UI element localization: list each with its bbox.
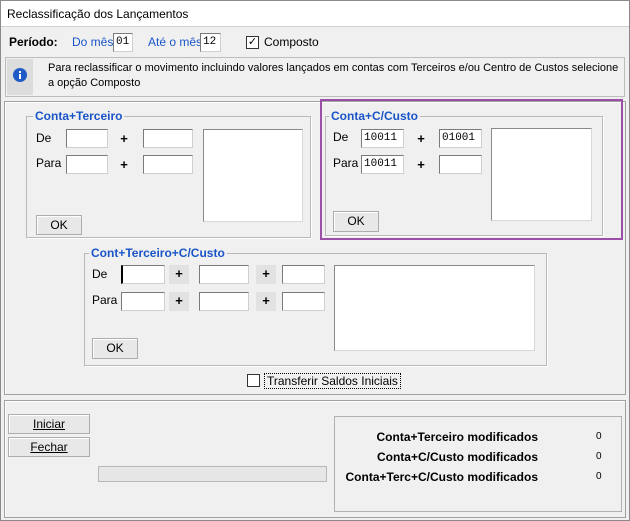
stat-label: Conta+Terc+C/Custo modificados [345, 470, 538, 484]
conta-ccusto-de-conta-input[interactable]: 10011 [361, 129, 404, 148]
conta-ccusto-para-conta-input[interactable]: 10011 [361, 155, 404, 174]
conta-ccusto-para-ccusto-input[interactable] [439, 155, 482, 174]
plus-sign: + [256, 265, 276, 284]
ctc-de-conta-input[interactable] [121, 265, 165, 284]
ctc-de-ccusto-input[interactable] [282, 265, 325, 284]
conta-ccusto-title: Conta+C/Custo [329, 109, 420, 123]
ctc-list[interactable] [334, 265, 535, 351]
stat-value: 0 [596, 451, 602, 462]
ctc-de-label: De [92, 267, 108, 281]
composto-label: Composto [264, 35, 319, 49]
iniciar-label: Iniciar [32, 417, 65, 431]
ctc-de-terceiro-input[interactable] [199, 265, 249, 284]
conta-terceiro-para-label: Para [36, 156, 62, 170]
plus-sign: + [169, 265, 189, 284]
ctc-para-conta-input[interactable] [121, 292, 165, 311]
stat-value: 0 [596, 471, 602, 482]
main-window: Reclassificação dos Lançamentos Período:… [0, 0, 630, 521]
title-bar: Reclassificação dos Lançamentos [1, 1, 629, 27]
info-banner: Para reclassificar o movimento incluindo… [5, 57, 625, 97]
plus-sign: + [120, 157, 128, 172]
ctc-para-ccusto-input[interactable] [282, 292, 325, 311]
ctc-para-terceiro-input[interactable] [199, 292, 249, 311]
window-title: Reclassificação dos Lançamentos [7, 7, 189, 21]
transferir-checkbox[interactable] [247, 374, 260, 387]
conta-ccusto-de-label: De [333, 130, 349, 144]
info-icon [13, 68, 27, 82]
conta-terceiro-title: Conta+Terceiro [33, 109, 125, 123]
info-text: Para reclassificar o movimento incluindo… [48, 62, 619, 89]
stat-label: Conta+C/Custo modificados [376, 450, 538, 464]
conta-terceiro-para-conta-input[interactable] [66, 155, 108, 174]
conta-ccusto-de-ccusto-input[interactable]: 01001 [439, 129, 482, 148]
plus-sign: + [120, 131, 128, 146]
conta-ccusto-list[interactable] [491, 128, 592, 221]
conta-terceiro-de-label: De [36, 131, 52, 145]
conta-ccusto-ok-button[interactable]: OK [333, 211, 379, 232]
plus-sign: + [169, 292, 189, 311]
plus-sign: + [417, 157, 425, 172]
iniciar-button[interactable]: Iniciar [8, 414, 90, 434]
conta-terceiro-list[interactable] [203, 129, 303, 222]
fechar-button[interactable]: Fechar [8, 437, 90, 457]
ctc-para-label: Para [92, 293, 118, 307]
conta-terceiro-para-terceiro-input[interactable] [143, 155, 193, 174]
progress-bar [98, 466, 327, 482]
to-month-label: Até o mês [148, 35, 203, 49]
conta-terceiro-de-conta-input[interactable] [66, 129, 108, 148]
from-month-input[interactable]: 01 [113, 33, 133, 52]
fechar-label: Fechar [30, 440, 68, 454]
conta-ccusto-para-label: Para [333, 156, 359, 170]
plus-sign: + [256, 292, 276, 311]
from-month-label: Do mês [72, 35, 114, 49]
conta-terceiro-ok-button[interactable]: OK [36, 215, 82, 235]
info-icon-box [7, 59, 33, 95]
composto-checkbox[interactable]: ✓ [246, 36, 259, 49]
to-month-input[interactable]: 12 [200, 33, 221, 52]
cont-terceiro-ccusto-title: Cont+Terceiro+C/Custo [89, 246, 227, 260]
conta-terceiro-de-terceiro-input[interactable] [143, 129, 193, 148]
stat-label: Conta+Terceiro modificados [376, 430, 538, 444]
plus-sign: + [417, 131, 425, 146]
transferir-label: Transferir Saldos Iniciais [264, 373, 401, 389]
period-label: Período: [9, 35, 58, 49]
stat-value: 0 [596, 431, 602, 442]
ctc-ok-button[interactable]: OK [92, 338, 138, 359]
